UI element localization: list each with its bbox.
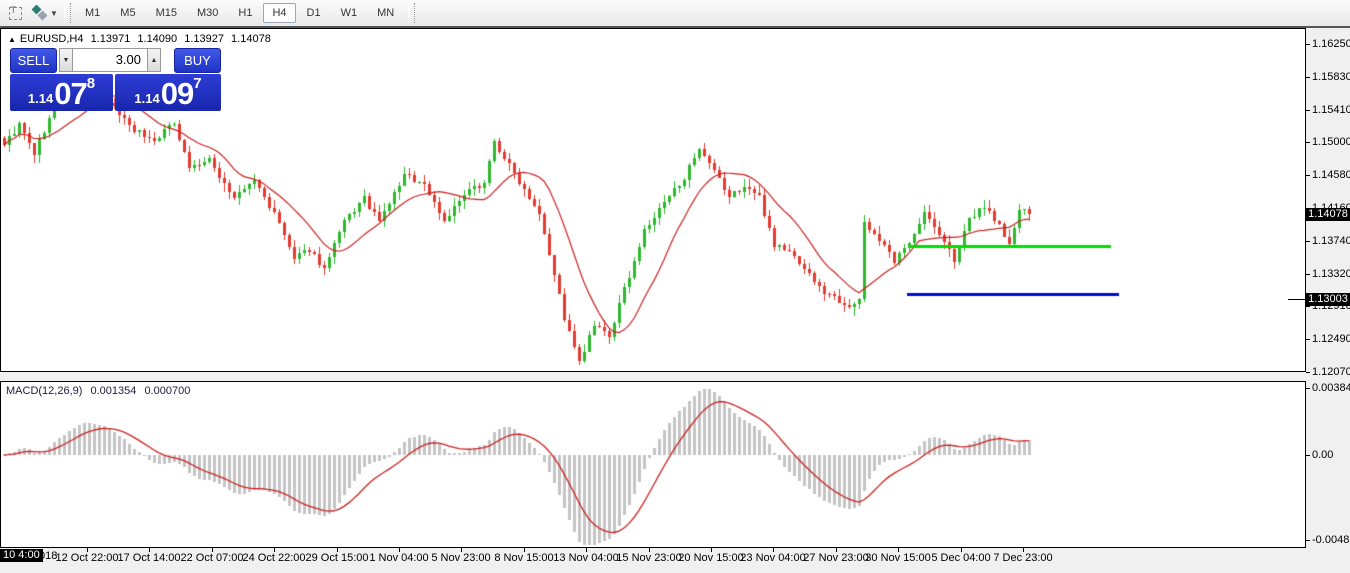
timeframe-button-m15[interactable]: M15 — [147, 3, 186, 23]
macd-label: MACD(12,26,9) 0.001354 0.000700 — [6, 385, 195, 397]
chevron-down-icon: ▼ — [50, 9, 58, 18]
time-axis-label: 12 Oct 22:00 — [56, 552, 119, 564]
price-axis-label: 1.13740 — [1312, 235, 1350, 247]
support-line-price-tag: 1.13003 — [1306, 293, 1350, 306]
chart-title: ▲ EURUSD,H4 1.13971 1.14090 1.13927 1.140… — [8, 33, 275, 45]
toolbar-separator — [408, 3, 415, 23]
bid-prefix: 1.14 — [28, 89, 53, 109]
price-axis-label: 1.13320 — [1312, 268, 1350, 280]
timeframe-button-w1[interactable]: W1 — [332, 3, 367, 23]
time-axis[interactable]: 12 Oct 22:0017 Oct 14:0022 Oct 07:0024 O… — [0, 548, 1306, 566]
macd-axis-tick — [1306, 455, 1310, 456]
time-axis-label: 5 Nov 23:00 — [431, 552, 490, 564]
price-tag-tick — [1288, 299, 1305, 300]
timeframe-bar: M1M5M15M30H1H4D1W1MN — [75, 3, 404, 23]
sell-button[interactable]: SELL — [10, 48, 57, 73]
price-axis-tick — [1306, 142, 1310, 143]
time-axis-label: 20 Nov 15:00 — [678, 552, 743, 564]
price-axis-tick — [1306, 339, 1310, 340]
macd-axis-tick — [1306, 540, 1310, 541]
close-value: 1.14078 — [231, 33, 271, 45]
current-price-tag: 1.14078 — [1306, 208, 1350, 221]
time-axis-label: 29 Oct 15:00 — [306, 552, 369, 564]
price-axis-tick — [1306, 306, 1310, 307]
macd-main-value: 0.001354 — [90, 385, 136, 397]
price-axis-label: 1.14580 — [1312, 169, 1350, 181]
timeframe-button-m30[interactable]: M30 — [188, 3, 227, 23]
time-axis-label: 24 Oct 22:00 — [243, 552, 306, 564]
toolbar: ▼ M1M5M15M30H1H4D1W1MN — [0, 0, 1350, 26]
macd-indicator-pane — [0, 381, 1306, 548]
macd-name: MACD(12,26,9) — [6, 385, 82, 397]
chart-style-icon[interactable]: ▼ — [30, 3, 60, 23]
volume-decrease-button[interactable]: ▼ — [59, 48, 73, 72]
timeframe-button-m1[interactable]: M1 — [76, 3, 109, 23]
one-click-trading-panel: SELL ▼ 3.00 ▲ BUY 1.14 07 8 1.14 09 7 — [10, 47, 223, 111]
price-axis-label: 1.15410 — [1312, 104, 1350, 116]
ask-pip-digit: 7 — [193, 77, 201, 91]
macd-canvas[interactable] — [1, 382, 1305, 547]
price-axis-tick — [1306, 44, 1310, 45]
macd-axis-tick — [1306, 388, 1310, 389]
ask-prefix: 1.14 — [134, 89, 159, 109]
price-axis-label: 1.15000 — [1312, 136, 1350, 148]
time-axis-label: 7 Dec 23:00 — [993, 552, 1052, 564]
macd-axis-label: 0.003847 — [1312, 382, 1350, 394]
timeframe-button-mn[interactable]: MN — [368, 3, 403, 23]
volume-input[interactable]: 3.00 — [73, 48, 147, 72]
buy-button[interactable]: BUY — [174, 48, 221, 73]
high-value: 1.14090 — [137, 33, 177, 45]
time-axis-label: 23 Nov 04:00 — [740, 552, 805, 564]
time-axis-label: 13 Nov 04:00 — [553, 552, 618, 564]
template-icon[interactable] — [4, 3, 26, 23]
price-axis-tick — [1306, 175, 1310, 176]
timeframe-button-d1[interactable]: D1 — [298, 3, 330, 23]
time-highlight-tag: 10 4:00 — [0, 549, 43, 562]
ask-price-panel[interactable]: 1.14 09 7 — [115, 74, 221, 111]
collapse-triangle-icon: ▲ — [8, 35, 16, 44]
time-axis-label: 27 Nov 23:00 — [803, 552, 868, 564]
time-axis-label: 1 Nov 04:00 — [369, 552, 428, 564]
price-axis-label: 1.12070 — [1312, 366, 1350, 378]
price-axis-tick — [1306, 372, 1310, 373]
price-axis-tick — [1306, 274, 1310, 275]
macd-axis-label: 0.00 — [1312, 449, 1333, 461]
time-axis-label: 5 Dec 04:00 — [931, 552, 990, 564]
toolbar-separator — [64, 3, 71, 23]
bid-big-digits: 07 — [54, 78, 86, 109]
ask-big-digits: 09 — [161, 78, 193, 109]
bid-price-panel[interactable]: 1.14 07 8 — [10, 74, 113, 111]
price-axis-tick — [1306, 241, 1310, 242]
time-axis-label: 8 Nov 15:00 — [494, 552, 553, 564]
open-value: 1.13971 — [91, 33, 131, 45]
macd-axis-label: -0.004856 — [1312, 534, 1350, 546]
time-axis-label: 17 Oct 14:00 — [118, 552, 181, 564]
bid-pip-digit: 8 — [87, 77, 95, 91]
timeframe-button-h1[interactable]: H1 — [229, 3, 261, 23]
timeframe-button-m5[interactable]: M5 — [111, 3, 144, 23]
price-axis-tick — [1306, 77, 1310, 78]
time-axis-label: 22 Oct 07:00 — [181, 552, 244, 564]
timeframe-button-h4[interactable]: H4 — [263, 3, 295, 23]
price-axis-label: 1.12490 — [1312, 333, 1350, 345]
time-axis-label: 15 Nov 23:00 — [616, 552, 681, 564]
volume-increase-button[interactable]: ▲ — [147, 48, 161, 72]
low-value: 1.13927 — [184, 33, 224, 45]
price-axis-tick — [1306, 110, 1310, 111]
price-axis-label: 1.16250 — [1312, 38, 1350, 50]
diamond-arrows-icon — [32, 5, 48, 21]
symbol-label: EURUSD,H4 — [20, 33, 84, 45]
time-highlight-suffix: 018 — [39, 550, 57, 562]
time-axis-label: 30 Nov 15:00 — [865, 552, 930, 564]
price-axis-label: 1.15830 — [1312, 71, 1350, 83]
macd-signal-value: 0.000700 — [144, 385, 190, 397]
